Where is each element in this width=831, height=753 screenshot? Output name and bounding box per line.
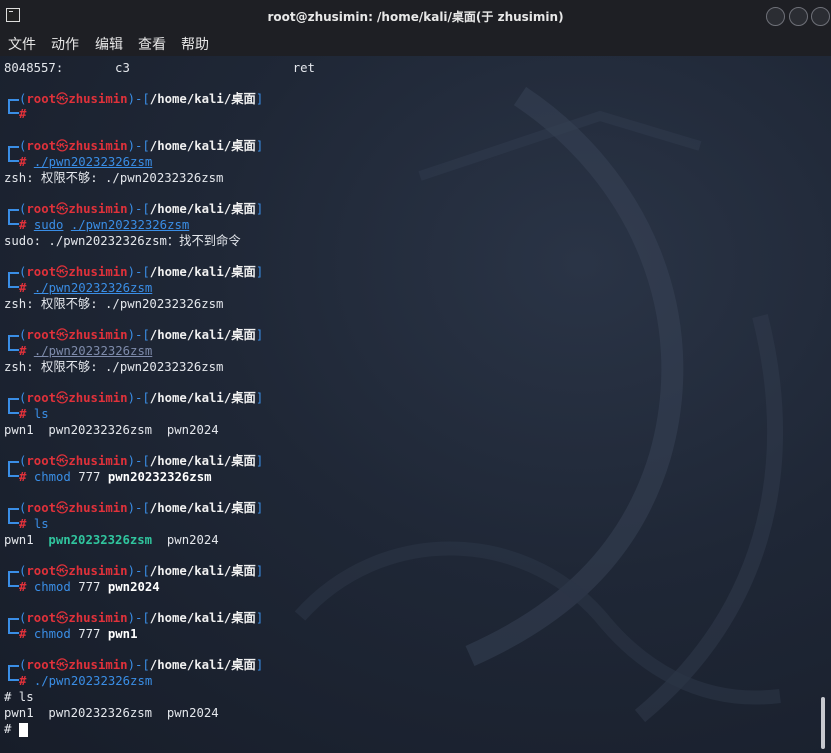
menu-view[interactable]: 查看 <box>138 34 166 54</box>
skull-icon: ㉿ <box>56 328 69 342</box>
skull-icon: ㉿ <box>56 202 69 216</box>
skull-icon: ㉿ <box>56 265 69 279</box>
skull-icon: ㉿ <box>56 454 69 468</box>
prompt-input: # chmod 777 pwn1 <box>4 626 138 642</box>
prompt-input: # chmod 777 pwn20232326zsm <box>4 469 212 485</box>
output-line: # ls <box>4 690 34 704</box>
output-line: pwn1 pwn20232326zsm pwn2024 <box>4 533 219 547</box>
skull-icon: ㉿ <box>56 391 69 405</box>
menu-bar: 文件 动作 编辑 查看 帮助 <box>0 32 831 56</box>
prompt-header: (root㉿zhusimin)-[/home/kali/桌面] <box>4 657 263 673</box>
minimize-button[interactable] <box>766 7 785 26</box>
menu-file[interactable]: 文件 <box>8 34 36 54</box>
prompt-input: # ./pwn20232326zsm <box>4 673 152 689</box>
text-cursor <box>18 722 28 737</box>
maximize-button[interactable] <box>789 7 808 26</box>
prompt-header: (root㉿zhusimin)-[/home/kali/桌面] <box>4 390 263 406</box>
prompt-input: # <box>4 106 26 122</box>
output-line: zsh: 权限不够: ./pwn20232326zsm <box>4 171 224 185</box>
output-line: pwn1 pwn20232326zsm pwn2024 <box>4 706 219 720</box>
current-input-line[interactable]: # <box>4 721 28 737</box>
skull-icon: ㉿ <box>56 92 69 106</box>
terminal-window: root@zhusimin: /home/kali/桌面(于 zhusimin)… <box>0 0 831 753</box>
prompt-input: # ls <box>4 516 49 532</box>
skull-icon: ㉿ <box>56 139 69 153</box>
prompt-header: (root㉿zhusimin)-[/home/kali/桌面] <box>4 201 263 217</box>
prompt-header: (root㉿zhusimin)-[/home/kali/桌面] <box>4 91 263 107</box>
skull-icon: ㉿ <box>56 658 69 672</box>
close-button[interactable] <box>811 7 830 26</box>
prompt-header: (root㉿zhusimin)-[/home/kali/桌面] <box>4 327 263 343</box>
prompt-input: # chmod 777 pwn2024 <box>4 579 160 595</box>
prompt-header: (root㉿zhusimin)-[/home/kali/桌面] <box>4 563 263 579</box>
prompt-header: (root㉿zhusimin)-[/home/kali/桌面] <box>4 500 263 516</box>
prompt-input: # sudo ./pwn20232326zsm <box>4 217 189 233</box>
output-line: zsh: 权限不够: ./pwn20232326zsm <box>4 360 224 374</box>
skull-icon: ㉿ <box>56 501 69 515</box>
terminal-output[interactable]: 8048557: c3 ret (root㉿zhusimin)-[/home/k… <box>4 60 809 750</box>
output-line: sudo: ./pwn20232326zsm：找不到命令 <box>4 234 241 248</box>
executable-file: pwn20232326zsm <box>48 533 153 547</box>
skull-icon: ㉿ <box>56 611 69 625</box>
window-title: root@zhusimin: /home/kali/桌面(于 zhusimin) <box>267 10 564 24</box>
prompt-input: # ls <box>4 406 49 422</box>
output-line: pwn1 pwn20232326zsm pwn2024 <box>4 423 219 437</box>
output-line: zsh: 权限不够: ./pwn20232326zsm <box>4 297 224 311</box>
prompt-header: (root㉿zhusimin)-[/home/kali/桌面] <box>4 610 263 626</box>
prompt-header: (root㉿zhusimin)-[/home/kali/桌面] <box>4 453 263 469</box>
prompt-input: # ./pwn20232326zsm <box>4 154 152 170</box>
scrollbar-thumb[interactable] <box>821 697 825 749</box>
menu-edit[interactable]: 编辑 <box>95 34 123 54</box>
output-line: 8048557: c3 ret <box>4 61 315 75</box>
prompt-input: # ./pwn20232326zsm <box>4 280 152 296</box>
prompt-header: (root㉿zhusimin)-[/home/kali/桌面] <box>4 138 263 154</box>
skull-icon: ㉿ <box>56 564 69 578</box>
menu-help[interactable]: 帮助 <box>181 34 209 54</box>
menu-action[interactable]: 动作 <box>51 34 79 54</box>
title-bar[interactable]: root@zhusimin: /home/kali/桌面(于 zhusimin) <box>0 0 831 33</box>
prompt-header: (root㉿zhusimin)-[/home/kali/桌面] <box>4 264 263 280</box>
prompt-input: # ./pwn20232326zsm <box>4 343 152 359</box>
